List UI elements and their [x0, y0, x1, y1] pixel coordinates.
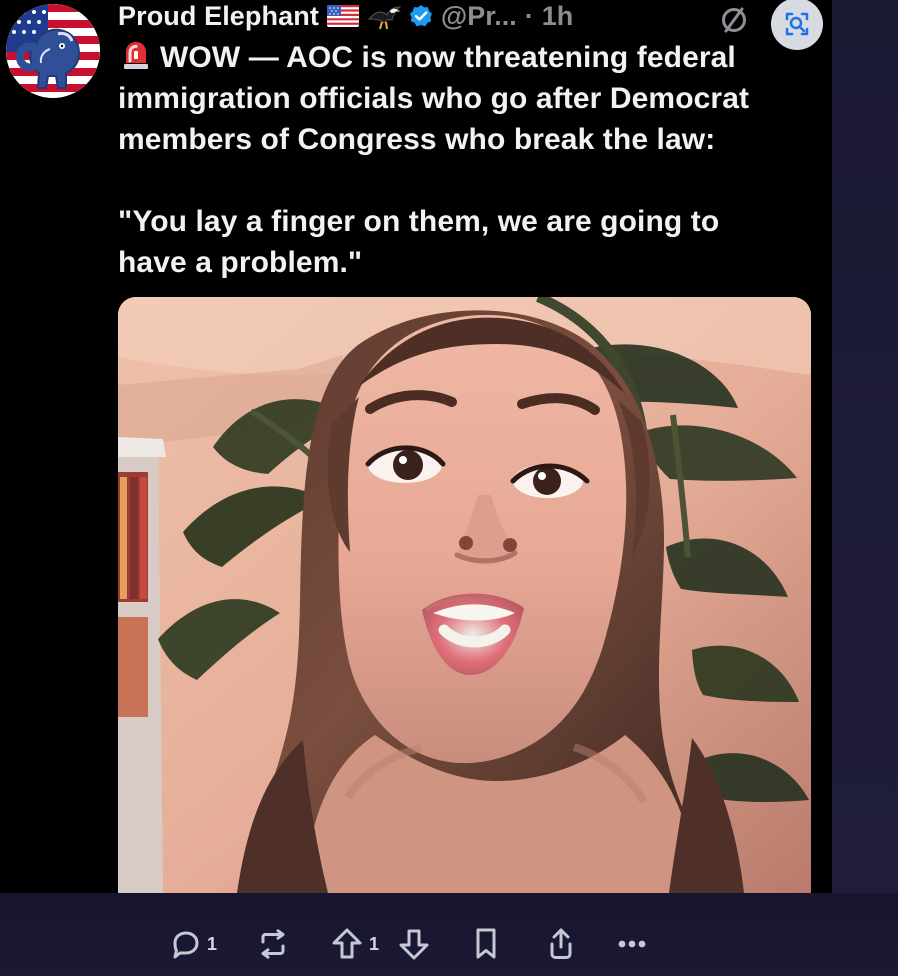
quote-line-2: have a problem." — [118, 246, 363, 279]
author-avatar[interactable] — [6, 4, 100, 98]
post-text-spacer — [118, 160, 818, 201]
share-button[interactable] — [544, 926, 578, 962]
avatar-elephant-flag-icon — [6, 4, 100, 98]
verified-badge-icon — [409, 4, 433, 28]
downvote-icon — [399, 929, 429, 960]
post-text-line-1: WOW — AOC is now threatening federal — [160, 41, 736, 74]
upvote-button[interactable]: 1 — [330, 926, 379, 962]
post-body: WOW — AOC is now threatening federal imm… — [118, 37, 818, 283]
timestamp-separator: · — [524, 0, 534, 31]
flag-us-icon — [326, 5, 359, 27]
reply-icon — [173, 931, 199, 959]
more-options-button[interactable] — [614, 926, 650, 962]
more-icon — [618, 940, 646, 948]
upvote-count: 1 — [369, 933, 380, 954]
repost-button[interactable] — [255, 926, 291, 962]
reply-count: 1 — [207, 933, 218, 954]
eagle-icon — [367, 2, 402, 30]
no-sign-button[interactable] — [716, 2, 752, 38]
post-video-preview[interactable] — [118, 297, 811, 893]
no-sign-icon — [722, 7, 746, 33]
upvote-icon — [332, 928, 362, 959]
reply-button[interactable]: 1 — [168, 926, 217, 962]
video-frame-image — [118, 297, 811, 893]
author-display-name[interactable]: Proud Elephant — [118, 1, 319, 32]
repost-icon — [261, 929, 285, 959]
post-body-line-1: WOW — AOC is now threatening federal — [118, 37, 818, 78]
visual-search-icon — [785, 12, 809, 36]
post-text-line-2: immigration officials who go after Democ… — [118, 82, 750, 115]
post-text-line-3: members of Congress who break the law: — [118, 123, 716, 156]
author-handle[interactable]: @Pr... — [441, 1, 517, 32]
share-icon — [550, 928, 572, 959]
post-header: Proud Elephant @Pr... · 1h — [118, 0, 573, 32]
post-action-bar — [0, 893, 898, 976]
right-rail — [832, 0, 898, 893]
siren-icon — [118, 37, 154, 73]
quote-line-1: "You lay a finger on them, we are going … — [118, 205, 720, 238]
post-timestamp[interactable]: 1h — [542, 1, 574, 32]
downvote-button[interactable] — [397, 926, 431, 962]
bookmark-icon — [476, 928, 496, 959]
bookmark-button[interactable] — [471, 926, 501, 962]
social-post-screen: Proud Elephant @Pr... · 1h WOW — AOC is … — [0, 0, 898, 976]
